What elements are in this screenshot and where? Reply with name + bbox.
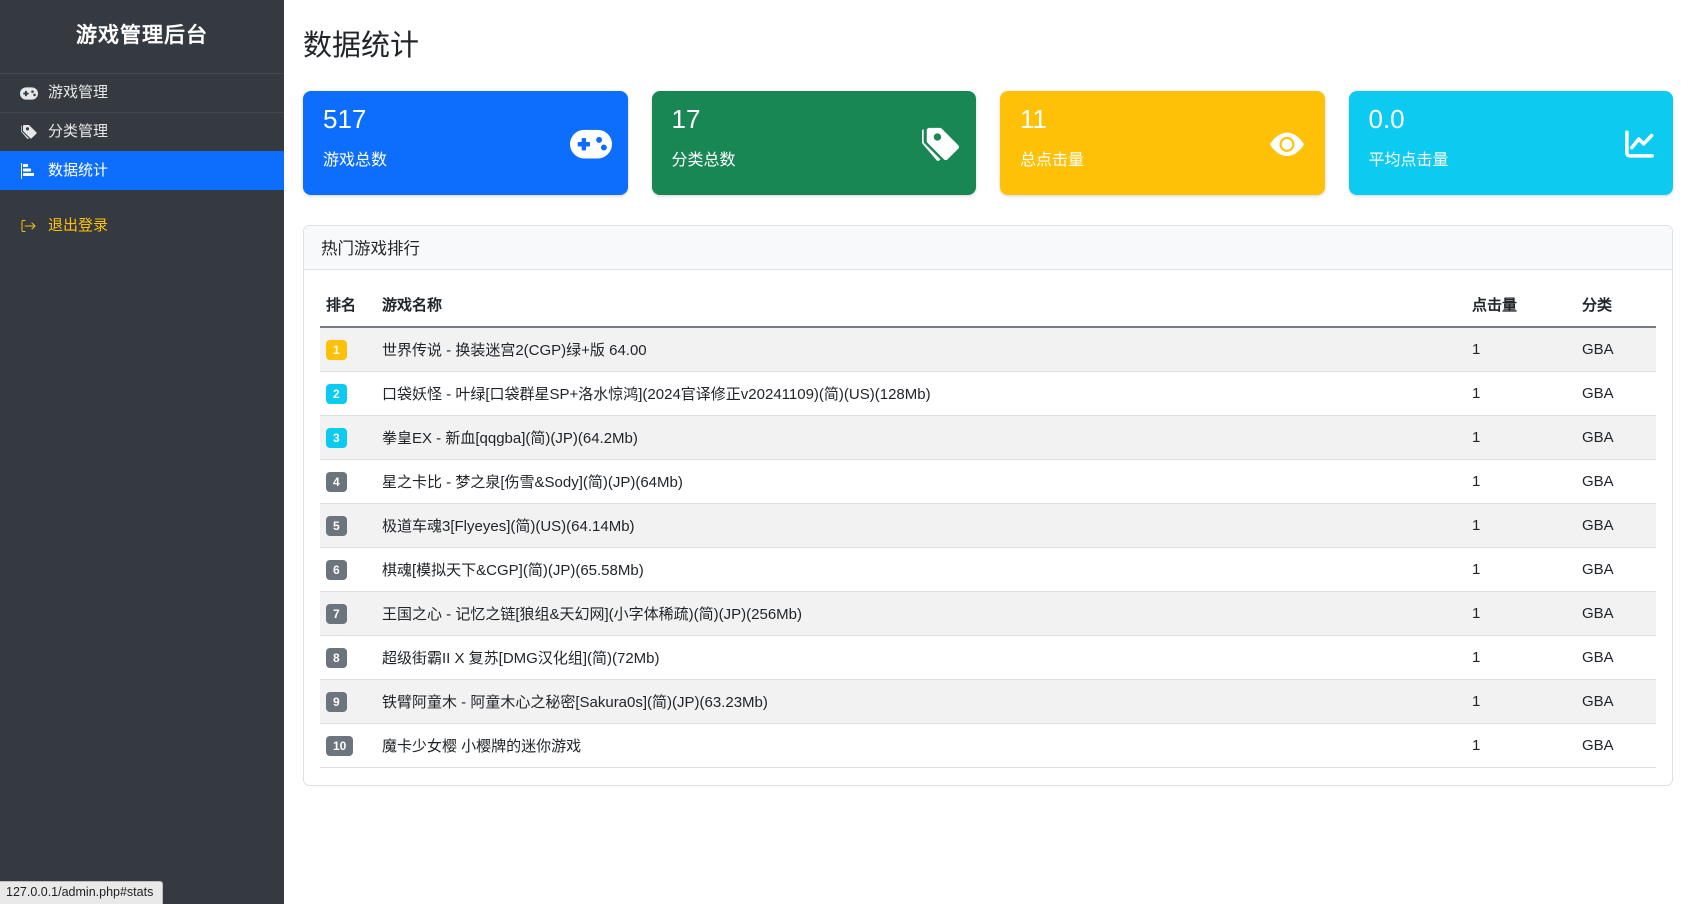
clicks-value: 1 [1472,737,1480,754]
browser-status-url: 127.0.0.1/admin.php#stats [0,881,163,904]
clicks-value: 1 [1472,517,1480,534]
rank-badge: 5 [326,516,347,536]
category-value: GBA [1582,341,1614,358]
clicks-value: 1 [1472,649,1480,666]
table-row: 7 王国之心 - 记忆之链[狼组&天幻网](小字体稀疏)(简)(JP)(256M… [320,592,1656,636]
col-header-clicks: 点击量 [1466,286,1576,327]
category-value: GBA [1582,649,1614,666]
clicks-value: 1 [1472,385,1480,402]
stat-value: 17 [672,106,957,133]
game-name: 世界传说 - 换装迷宫2(CGP)绿+版 64.00 [382,342,647,359]
tags-icon [922,126,960,164]
stat-value: 517 [323,106,608,133]
stat-card-average-clicks: 0.0 平均点击量 [1349,91,1674,195]
page-title: 数据统计 [303,22,1673,64]
col-header-category: 分类 [1576,286,1656,327]
table-row: 6 棋魂[模拟天下&CGP](简)(JP)(65.58Mb) 1 GBA [320,548,1656,592]
col-header-rank: 排名 [320,286,376,327]
bar-chart-icon [20,163,38,179]
chart-line-icon [1621,128,1657,161]
category-value: GBA [1582,385,1614,402]
col-header-name: 游戏名称 [376,286,1466,327]
panel-body: 排名 游戏名称 点击量 分类 1 世界传说 - 换装迷宫2(CGP)绿+版 64… [304,270,1672,785]
table-header-row: 排名 游戏名称 点击量 分类 [320,286,1656,327]
rank-badge: 8 [326,648,347,668]
rank-badge: 9 [326,692,347,712]
game-name: 口袋妖怪 - 叶绿[口袋群星SP+洛水惊鸿](2024官译修正v20241109… [382,386,931,403]
table-row: 8 超级街霸II X 复苏[DMG汉化组](简)(72Mb) 1 GBA [320,636,1656,680]
rank-badge: 1 [326,340,347,360]
clicks-value: 1 [1472,429,1480,446]
stat-label: 分类总数 [672,146,957,170]
clicks-value: 1 [1472,473,1480,490]
hot-games-panel: 热门游戏排行 排名 游戏名称 点击量 分类 1 世界传说 - 换装迷宫2(CGP… [303,225,1673,786]
game-name: 超级街霸II X 复苏[DMG汉化组](简)(72Mb) [382,650,660,667]
game-name: 极道车魂3[Flyeyes](简)(US)(64.14Mb) [382,518,635,535]
category-value: GBA [1582,737,1614,754]
clicks-value: 1 [1472,605,1480,622]
sidebar-menu: 游戏管理 分类管理 数据统计 退出登录 [0,73,284,246]
table-row: 3 拳皇EX - 新血[qqgba](简)(JP)(64.2Mb) 1 GBA [320,416,1656,460]
table-row: 5 极道车魂3[Flyeyes](简)(US)(64.14Mb) 1 GBA [320,504,1656,548]
gamepad-icon [570,130,612,159]
sidebar-item-stats[interactable]: 数据统计 [0,151,284,190]
table-row: 10 魔卡少女樱 小樱牌的迷你游戏 1 GBA [320,724,1656,768]
rank-badge: 4 [326,472,347,492]
game-name: 王国之心 - 记忆之链[狼组&天幻网](小字体稀疏)(简)(JP)(256Mb) [382,606,802,623]
category-value: GBA [1582,693,1614,710]
category-value: GBA [1582,473,1614,490]
table-row: 2 口袋妖怪 - 叶绿[口袋群星SP+洛水惊鸿](2024官译修正v202411… [320,372,1656,416]
eye-icon [1265,127,1309,161]
table-row: 9 铁臂阿童木 - 阿童木心之秘密[Sakura0s](简)(JP)(63.23… [320,680,1656,724]
logout-button[interactable]: 退出登录 [0,206,284,246]
stat-cards-row: 517 游戏总数 17 分类总数 11 总点击量 0.0 平均点击量 [303,91,1673,195]
sidebar-item-games[interactable]: 游戏管理 [0,73,284,112]
clicks-value: 1 [1472,561,1480,578]
panel-title: 热门游戏排行 [304,226,1672,270]
game-name: 拳皇EX - 新血[qqgba](简)(JP)(64.2Mb) [382,430,638,447]
main-content: 数据统计 517 游戏总数 17 分类总数 11 总点击量 0.0 平均点击量 [284,0,1691,904]
game-name: 铁臂阿童木 - 阿童木心之秘密[Sakura0s](简)(JP)(63.23Mb… [382,694,768,711]
stat-value: 0.0 [1369,106,1654,133]
game-name: 棋魂[模拟天下&CGP](简)(JP)(65.58Mb) [382,562,644,579]
stat-value: 11 [1020,106,1305,133]
table-row: 1 世界传说 - 换装迷宫2(CGP)绿+版 64.00 1 GBA [320,327,1656,372]
stat-card-total-games: 517 游戏总数 [303,91,628,195]
category-value: GBA [1582,429,1614,446]
rank-badge: 2 [326,384,347,404]
ranking-table: 排名 游戏名称 点击量 分类 1 世界传说 - 换装迷宫2(CGP)绿+版 64… [320,286,1656,768]
stat-label: 平均点击量 [1369,146,1654,170]
table-row: 4 星之卡比 - 梦之泉[伤雪&Sody](简)(JP)(64Mb) 1 GBA [320,460,1656,504]
stat-label: 总点击量 [1020,146,1305,170]
rank-badge: 7 [326,604,347,624]
rank-badge: 6 [326,560,347,580]
rank-badge: 10 [326,736,353,756]
stat-label: 游戏总数 [323,146,608,170]
ranking-table-body: 1 世界传说 - 换装迷宫2(CGP)绿+版 64.00 1 GBA 2 口袋妖… [320,327,1656,768]
rank-badge: 3 [326,428,347,448]
stat-card-total-categories: 17 分类总数 [652,91,977,195]
category-value: GBA [1582,517,1614,534]
tags-icon [20,124,38,140]
sidebar-item-label: 分类管理 [48,123,108,141]
sign-out-icon [20,218,38,234]
category-value: GBA [1582,605,1614,622]
sidebar-item-categories[interactable]: 分类管理 [0,112,284,151]
gamepad-icon [20,87,38,100]
stat-card-total-clicks: 11 总点击量 [1000,91,1325,195]
clicks-value: 1 [1472,341,1480,358]
sidebar: 游戏管理后台 游戏管理 分类管理 数据统计 退出登录 127. [0,0,284,904]
clicks-value: 1 [1472,693,1480,710]
game-name: 星之卡比 - 梦之泉[伤雪&Sody](简)(JP)(64Mb) [382,474,683,491]
category-value: GBA [1582,561,1614,578]
sidebar-item-label: 数据统计 [48,162,108,180]
game-name: 魔卡少女樱 小樱牌的迷你游戏 [382,738,581,755]
app-title: 游戏管理后台 [0,0,284,49]
sidebar-item-label: 游戏管理 [48,84,108,102]
logout-label: 退出登录 [48,217,108,235]
